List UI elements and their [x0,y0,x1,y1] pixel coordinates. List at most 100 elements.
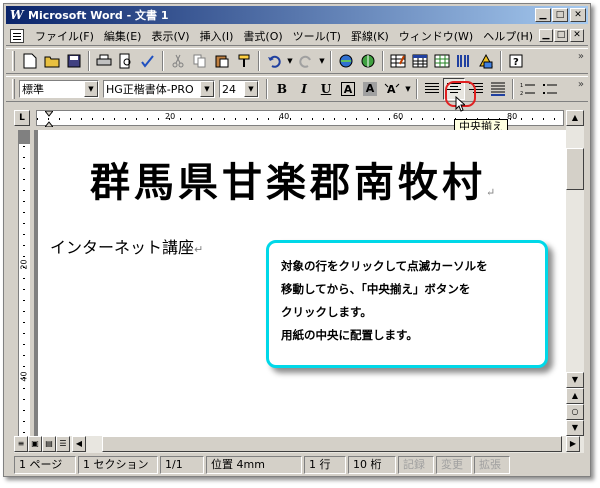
menu-insert[interactable]: 挿入(I) [195,28,239,44]
scroll-down-icon[interactable]: ▼ [566,372,584,388]
undo-dropdown-icon[interactable]: ▼ [285,50,295,72]
menu-table[interactable]: 罫線(K) [346,28,394,44]
status-position: 位置 4mm [206,456,302,474]
word-app-icon[interactable]: W [10,8,24,22]
vertical-ruler-margin [18,130,30,144]
instruction-callout: 対象の行をクリックして点滅カーソルを 移動してから、「中央揃え」ボタンを クリッ… [266,240,548,368]
columns-icon[interactable] [453,50,475,72]
chevron-down-icon[interactable]: ▼ [200,81,214,97]
status-extend[interactable]: 拡張 [474,456,510,474]
redo-dropdown-icon[interactable]: ▼ [317,50,327,72]
menu-file[interactable]: ファイル(F) [30,28,99,44]
toolbar-separator [512,79,514,99]
outline-view-icon[interactable]: ☰ [56,436,70,452]
next-page-icon[interactable]: ▼ [566,420,584,436]
align-justify-button[interactable] [421,78,443,100]
distributed-align-button[interactable] [487,78,509,100]
document-page[interactable]: 群馬県甘楽郡南牧村↵ インターネット講座↵ 対象の行をクリックして点滅カーソルを… [38,130,566,436]
tab-selector-icon[interactable]: L [14,110,30,126]
scroll-up-icon[interactable]: ▲ [566,110,584,126]
doc-close-button[interactable]: ✕ [570,29,584,42]
character-shading-button[interactable]: A [359,78,381,100]
vertical-scrollbar[interactable]: ▲ ▼ ▲ ○ ▼ [566,110,584,436]
office-assistant-help-icon[interactable]: ? [505,50,527,72]
close-button[interactable]: ✕ [570,8,586,22]
underline-button[interactable]: U [315,78,337,100]
bold-button[interactable]: B [271,78,293,100]
minimize-button[interactable]: ▁ [535,8,551,22]
normal-view-icon[interactable]: ≡ [14,436,28,452]
insert-table-icon[interactable] [409,50,431,72]
status-page: 1 ページ [14,456,76,474]
vertical-ruler[interactable]: 20 40 [14,130,34,436]
scroll-right-icon[interactable]: ▶ [566,436,580,452]
character-scaling-icon[interactable]: A [381,78,403,100]
menu-edit[interactable]: 編集(E) [99,28,147,44]
character-border-button[interactable]: A [337,78,359,100]
insert-excel-sheet-icon[interactable] [431,50,453,72]
toolbar-separator [500,51,502,71]
format-painter-icon[interactable] [233,50,255,72]
callout-line: 対象の行をクリックして点滅カーソルを [281,259,488,273]
chevron-down-icon[interactable]: ▼ [84,81,98,97]
indent-marker-icon[interactable] [45,111,53,127]
status-bar: 1 ページ 1 セクション 1/1 位置 4mm 1 行 10 桁 記録 変更 … [14,456,584,474]
toolbar-separator [258,51,260,71]
copy-icon[interactable] [189,50,211,72]
horizontal-scroll-thumb[interactable] [102,436,562,452]
previous-page-icon[interactable]: ▲ [566,388,584,404]
numbering-button[interactable]: 12 [517,78,539,100]
toolbar-grip[interactable] [12,51,15,71]
insert-hyperlink-icon[interactable] [335,50,357,72]
bullets-button[interactable] [539,78,561,100]
web-layout-view-icon[interactable]: ▣ [28,436,42,452]
tables-borders-icon[interactable] [387,50,409,72]
style-combobox[interactable]: 標準 ▼ [19,80,99,98]
document-subline[interactable]: インターネット講座↵ [50,234,203,258]
scaling-dropdown-icon[interactable]: ▼ [403,78,413,100]
menu-format[interactable]: 書式(O) [238,28,287,44]
style-value: 標準 [22,83,44,96]
window-title: Microsoft Word - 文書 1 [28,9,169,22]
chevron-down-icon[interactable]: ▼ [244,81,258,97]
doc-restore-button[interactable]: □ [554,29,568,42]
status-track-changes[interactable]: 変更 [436,456,472,474]
print-icon[interactable] [93,50,115,72]
font-combobox[interactable]: HG正楷書体-PRO ▼ [103,80,215,98]
document-icon[interactable] [10,28,24,43]
toolbar-more-chevron-icon[interactable]: » [578,51,584,62]
window-controls: ▁ □ ✕ [534,8,586,22]
status-record-macro[interactable]: 記録 [398,456,434,474]
menu-window[interactable]: ウィンドウ(W) [394,28,478,44]
redo-icon[interactable] [295,50,317,72]
italic-button[interactable]: I [293,78,315,100]
drawing-icon[interactable] [475,50,497,72]
menu-tools[interactable]: ツール(T) [288,28,346,44]
title-bar[interactable]: W Microsoft Word - 文書 1 ▁ □ ✕ [6,6,588,24]
open-folder-icon[interactable] [41,50,63,72]
print-preview-icon[interactable] [115,50,137,72]
web-toolbar-icon[interactable] [357,50,379,72]
cut-scissors-icon[interactable] [167,50,189,72]
paste-clipboard-icon[interactable] [211,50,233,72]
bulleted-list-icon [543,84,557,94]
horizontal-scroll-row: ≡ ▣ ▤ ☰ ◀ ▶ [14,436,584,453]
print-layout-view-icon[interactable]: ▤ [42,436,56,452]
toolbar-separator [266,79,268,99]
toolbar-more-chevron-icon[interactable]: » [578,79,584,90]
paragraph-mark-icon: ↵ [486,186,496,199]
new-document-icon[interactable] [19,50,41,72]
menu-help[interactable]: ヘルプ(H) [478,28,538,44]
save-icon[interactable] [63,50,85,72]
vertical-scroll-thumb[interactable] [566,148,584,190]
maximize-button[interactable]: □ [552,8,568,22]
toolbar-grip[interactable] [12,79,15,99]
spelling-check-icon[interactable] [137,50,159,72]
select-browse-object-icon[interactable]: ○ [566,404,584,420]
menu-view[interactable]: 表示(V) [146,28,194,44]
document-heading[interactable]: 群馬県甘楽郡南牧村↵ [90,150,495,208]
undo-icon[interactable] [263,50,285,72]
font-size-combobox[interactable]: 24 ▼ [219,80,259,98]
doc-minimize-button[interactable]: ▁ [539,29,553,42]
scroll-left-icon[interactable]: ◀ [72,436,86,452]
